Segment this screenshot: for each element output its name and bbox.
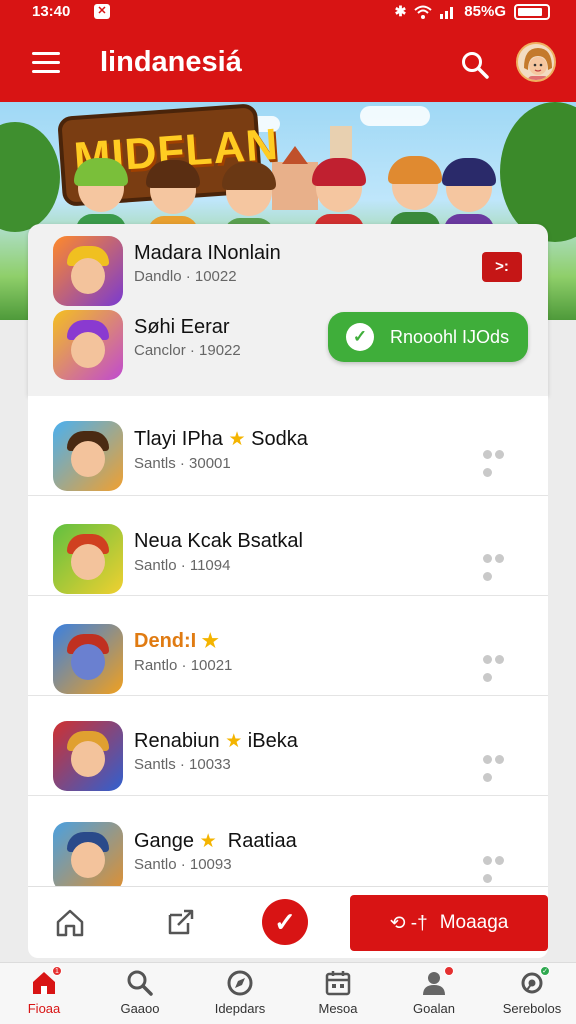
nav-label: Goalan xyxy=(413,1001,455,1016)
profile-icon xyxy=(420,966,454,997)
nav-item-settings[interactable]: ✓ Serebolos xyxy=(484,966,576,1024)
list-item[interactable]: Dend:I ★ Rantlo · 10021 xyxy=(28,596,548,696)
game-subtitle: Santls · 10033 xyxy=(134,756,231,773)
nav-item-explore[interactable]: Idepdars xyxy=(192,969,288,1024)
battery-text: 85%G xyxy=(464,3,506,20)
game-title: Renabiun ★ iBeka xyxy=(134,730,298,752)
game-list: Tlayi IPha ★ Sodka Santls · 30001 Neua K… xyxy=(28,396,548,888)
battery-icon xyxy=(514,3,550,20)
game-title: Tlayi IPha ★ Sodka xyxy=(134,428,308,450)
more-options-icon[interactable] xyxy=(483,852,517,883)
app-title: Iindanesiá xyxy=(100,46,242,78)
home-outline-icon[interactable] xyxy=(54,907,86,939)
tree-decoration xyxy=(500,102,576,242)
featured-title[interactable]: Madara INonlain xyxy=(134,242,281,265)
list-item[interactable]: Renabiun ★ iBeka Santls · 10033 xyxy=(28,696,548,796)
menu-icon[interactable] xyxy=(32,52,60,74)
nav-label: Serebolos xyxy=(502,1001,562,1016)
download-button-label: Rnooohl IJOds xyxy=(390,326,510,347)
check-circle-icon: ✓ xyxy=(346,323,374,351)
action-bar: ✓ ⟲ -† Moaaga xyxy=(28,886,548,958)
notification-icon: ✕ xyxy=(94,4,110,19)
home-icon: 1 xyxy=(30,966,62,997)
calendar-icon xyxy=(324,969,352,997)
game-icon xyxy=(53,822,123,888)
list-item[interactable]: Tlayi IPha ★ Sodka Santls · 30001 xyxy=(28,396,548,496)
wifi-icon xyxy=(414,5,432,19)
manage-button-icon: ⟲ -† xyxy=(389,912,428,934)
game-subtitle: Santls · 30001 xyxy=(134,455,231,472)
star-icon: ★ xyxy=(225,731,243,752)
share-icon[interactable] xyxy=(164,907,196,939)
nav-label: Fioaa xyxy=(27,1001,61,1016)
tree-decoration xyxy=(0,122,60,232)
bottom-nav: 1 Fioaa Gaaoo Idepdars Mesoa Goalan ✓ Se… xyxy=(0,962,576,1024)
game-icon[interactable] xyxy=(53,236,123,306)
manage-button[interactable]: ⟲ -† Moaaga xyxy=(350,895,548,951)
more-options-icon[interactable] xyxy=(483,651,517,682)
bluetooth-icon: ✱ xyxy=(394,3,407,19)
update-badge: ✓ xyxy=(540,966,550,976)
star-icon: ★ xyxy=(201,631,219,652)
game-subtitle: Santlo · 11094 xyxy=(134,557,231,574)
more-options-icon[interactable] xyxy=(483,751,517,782)
nav-item-messages[interactable]: Mesoa xyxy=(290,969,386,1024)
more-options-icon[interactable] xyxy=(483,550,517,581)
featured-title[interactable]: Søhi Eerar xyxy=(134,316,230,339)
game-icon xyxy=(53,524,123,594)
more-options-icon[interactable] xyxy=(483,446,517,477)
search-icon xyxy=(126,969,154,997)
app-bar: Iindanesiá xyxy=(0,24,576,102)
status-time: 13:40 xyxy=(32,3,71,20)
nav-item-profile[interactable]: Goalan xyxy=(386,966,482,1024)
star-icon: ★ xyxy=(199,831,217,852)
nav-item-search[interactable]: Gaaoo xyxy=(92,969,188,1024)
featured-subtitle: Dandlo · 10022 xyxy=(134,268,237,285)
status-bar: 13:40 ✕ ✱ 85%G xyxy=(0,0,576,24)
check-icon[interactable]: ✓ xyxy=(262,899,308,945)
featured-card: Madara INonlain Dandlo · 10022 >: Søhi E… xyxy=(28,224,548,396)
list-item[interactable]: Gange ★ Raatiaa Santlo · 10093 xyxy=(28,796,548,888)
cloud-decoration xyxy=(360,106,430,126)
game-icon xyxy=(53,421,123,491)
game-title: Neua Kcak Bsatkal xyxy=(134,530,303,552)
game-subtitle: Rantlo · 10021 xyxy=(134,657,233,674)
game-title: Dend:I ★ xyxy=(134,630,219,652)
status-indicators: ✱ 85%G xyxy=(395,3,550,20)
game-icon xyxy=(53,624,123,694)
notification-dot xyxy=(444,966,454,976)
game-icon xyxy=(53,721,123,791)
manage-button-label: Moaaga xyxy=(439,912,509,933)
notification-badge: 1 xyxy=(52,966,62,976)
avatar[interactable] xyxy=(516,42,556,82)
signal-icon xyxy=(440,6,454,19)
search-icon[interactable] xyxy=(460,50,490,80)
star-icon: ★ xyxy=(228,429,246,450)
settings-icon: ✓ xyxy=(518,966,550,997)
nav-label: Mesoa xyxy=(318,1001,358,1016)
nav-item-home[interactable]: 1 Fioaa xyxy=(0,966,92,1024)
featured-subtitle: Canclor · 19022 xyxy=(134,342,241,359)
game-title: Gange ★ Raatiaa xyxy=(134,830,297,852)
compass-icon xyxy=(226,969,254,997)
open-button[interactable]: >: xyxy=(482,252,522,282)
game-icon[interactable] xyxy=(53,310,123,380)
list-item[interactable]: Neua Kcak Bsatkal Santlo · 11094 xyxy=(28,496,548,596)
game-subtitle: Santlo · 10093 xyxy=(134,856,232,873)
download-button[interactable]: ✓ Rnooohl IJOds xyxy=(328,312,528,362)
nav-label: Idepdars xyxy=(214,1001,266,1016)
nav-label: Gaaoo xyxy=(120,1001,160,1016)
